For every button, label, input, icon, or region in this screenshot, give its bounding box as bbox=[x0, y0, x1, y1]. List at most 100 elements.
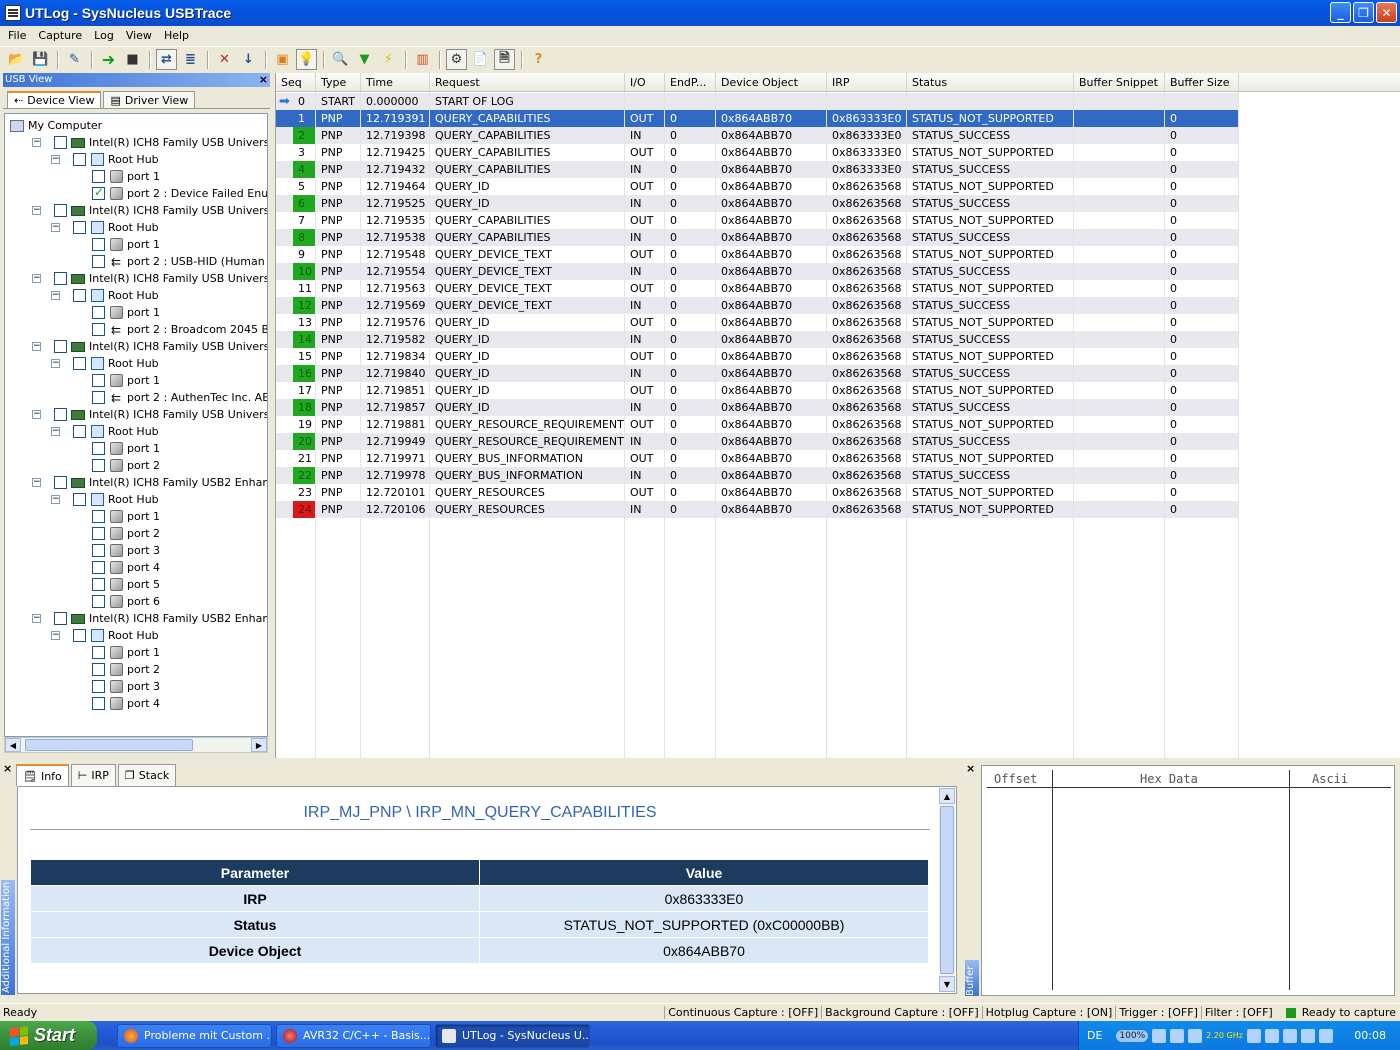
tree-node[interactable]: port 1 bbox=[92, 236, 160, 253]
table-row[interactable]: 4 PNP 12.719432 QUERY_CAPABILITIES IN 0 0x864A… bbox=[276, 161, 1239, 178]
menu-log[interactable]: Log bbox=[88, 29, 120, 42]
node-checkbox[interactable] bbox=[73, 221, 86, 234]
node-checkbox[interactable] bbox=[92, 185, 105, 200]
node-checkbox[interactable] bbox=[92, 680, 105, 693]
node-checkbox[interactable] bbox=[73, 425, 86, 438]
node-checkbox[interactable] bbox=[54, 204, 67, 217]
column-header[interactable]: IRP bbox=[827, 73, 907, 92]
tree-node[interactable]: Root Hub bbox=[73, 627, 159, 644]
node-checkbox[interactable] bbox=[54, 272, 67, 285]
close-icon[interactable]: × bbox=[259, 73, 268, 86]
table-row[interactable]: 22 PNP 12.719978 QUERY_BUS_INFORMATION IN 0 0x… bbox=[276, 467, 1239, 484]
tree-node[interactable]: Root Hub bbox=[73, 151, 159, 168]
tree-node[interactable]: Root Hub bbox=[73, 287, 159, 304]
tree-node[interactable]: port 1 bbox=[92, 440, 160, 457]
column-header[interactable]: I/O bbox=[625, 73, 665, 92]
scroll-left-icon[interactable]: ◀ bbox=[5, 738, 21, 752]
tab-irp[interactable]: ⊢ IRP bbox=[70, 764, 116, 786]
node-checkbox[interactable] bbox=[92, 646, 105, 659]
tree-node[interactable]: ⇇ port 2 : USB-HID (Human Interface Devic… bbox=[92, 253, 267, 270]
tab-stack[interactable]: ❐ Stack bbox=[117, 764, 177, 786]
highlight-icon[interactable]: 💡 bbox=[296, 49, 317, 70]
table-row[interactable]: 20 PNP 12.719949 QUERY_RESOURCE_REQUIREMENT… bbox=[276, 433, 1239, 450]
node-checkbox[interactable] bbox=[92, 544, 105, 557]
tree-node[interactable]: port 1 bbox=[92, 372, 160, 389]
menu-file[interactable]: File bbox=[2, 29, 32, 42]
node-checkbox[interactable] bbox=[92, 306, 105, 319]
save-icon[interactable]: 💾 bbox=[30, 49, 51, 70]
filter-icon[interactable]: ▼ bbox=[354, 49, 375, 70]
cpu-speed-indicator[interactable]: 2.20 GHz bbox=[1206, 1031, 1243, 1040]
scroll-up-icon[interactable]: ▲ bbox=[939, 788, 955, 804]
collapse-icon[interactable]: − bbox=[32, 206, 41, 215]
shield-icon[interactable] bbox=[1246, 1028, 1261, 1043]
tab-device-view[interactable]: ⇠ Device View bbox=[7, 91, 102, 108]
tree-node[interactable]: port 4 bbox=[92, 559, 160, 576]
column-header[interactable]: Device Object bbox=[716, 73, 827, 92]
node-checkbox[interactable] bbox=[54, 136, 67, 149]
scroll-down-icon[interactable]: ▼ bbox=[939, 976, 955, 992]
node-checkbox[interactable] bbox=[54, 340, 67, 353]
start-button[interactable]: Start bbox=[0, 1021, 97, 1050]
node-checkbox[interactable] bbox=[73, 289, 86, 302]
collapse-icon[interactable]: − bbox=[32, 138, 41, 147]
collapse-icon[interactable]: − bbox=[51, 631, 60, 640]
table-row[interactable]: 14 PNP 12.719582 QUERY_ID IN 0 0x864ABB70 0x862… bbox=[276, 331, 1239, 348]
task-item-utlog[interactable]: UTLog - SysNucleus U... bbox=[435, 1023, 590, 1048]
table-row[interactable]: 5 PNP 12.719464 QUERY_ID OUT 0 0x864ABB70 0x862… bbox=[276, 178, 1239, 195]
node-checkbox[interactable] bbox=[92, 255, 105, 268]
tree-node[interactable]: port 1 bbox=[92, 304, 160, 321]
table-row[interactable]: 24 PNP 12.720106 QUERY_RESOURCES IN 0 0x864ABB… bbox=[276, 501, 1239, 518]
table-row[interactable]: 3 PNP 12.719425 QUERY_CAPABILITIES OUT 0 0x864… bbox=[276, 144, 1239, 161]
column-header[interactable]: Request bbox=[430, 73, 625, 92]
node-checkbox[interactable] bbox=[92, 323, 105, 336]
node-checkbox[interactable] bbox=[92, 663, 105, 676]
column-header[interactable]: Status bbox=[907, 73, 1074, 92]
node-checkbox[interactable] bbox=[73, 493, 86, 506]
clear-log-icon[interactable]: ✕ bbox=[214, 49, 235, 70]
close-button[interactable]: ✕ bbox=[1376, 2, 1397, 23]
collapse-icon[interactable]: − bbox=[32, 410, 41, 419]
table-row[interactable]: 6 PNP 12.719525 QUERY_ID IN 0 0x864ABB70 0x8626… bbox=[276, 195, 1239, 212]
column-header[interactable]: Type bbox=[316, 73, 361, 92]
tree-node[interactable]: Intel(R) ICH8 Family USB2 Enhanced Host … bbox=[54, 610, 267, 627]
collapse-icon[interactable]: − bbox=[32, 614, 41, 623]
close-icon[interactable]: × bbox=[966, 762, 975, 775]
node-checkbox[interactable] bbox=[54, 476, 67, 489]
tree-node[interactable]: Intel(R) ICH8 Family USB Universal Host … bbox=[54, 202, 267, 219]
bluetooth-icon[interactable] bbox=[1264, 1028, 1279, 1043]
device-tree[interactable]: My Computer − Intel(R) ICH8 Family USB Uni… bbox=[4, 113, 268, 737]
table-row[interactable]: 12 PNP 12.719569 QUERY_DEVICE_TEXT IN 0 0x864A… bbox=[276, 297, 1239, 314]
collapse-icon[interactable]: − bbox=[51, 359, 60, 368]
tree-node[interactable]: port 1 bbox=[92, 644, 160, 661]
stop-capture-icon[interactable]: ■ bbox=[122, 49, 143, 70]
tree-node[interactable]: port 2 bbox=[92, 457, 160, 474]
collapse-icon[interactable]: − bbox=[32, 274, 41, 283]
node-checkbox[interactable] bbox=[73, 153, 86, 166]
collapse-icon[interactable]: − bbox=[32, 342, 41, 351]
table-row[interactable]: 11 PNP 12.719563 QUERY_DEVICE_TEXT OUT 0 0x864… bbox=[276, 280, 1239, 297]
tray-arrow-icon[interactable] bbox=[1152, 1028, 1167, 1043]
restore-button[interactable]: ❐ bbox=[1353, 2, 1374, 23]
goto-bottom-icon[interactable]: ↓ bbox=[238, 49, 259, 70]
table-row[interactable]: 17 PNP 12.719851 QUERY_ID OUT 0 0x864ABB70 0x86… bbox=[276, 382, 1239, 399]
column-header[interactable]: Time bbox=[361, 73, 430, 92]
edit-icon[interactable]: ✎ bbox=[64, 49, 85, 70]
menu-capture[interactable]: Capture bbox=[32, 29, 88, 42]
node-checkbox[interactable] bbox=[92, 697, 105, 710]
tree-node[interactable]: port 3 bbox=[92, 678, 160, 695]
collapse-icon[interactable]: − bbox=[51, 291, 60, 300]
statistics-icon[interactable]: ▥ bbox=[412, 49, 433, 70]
node-checkbox[interactable] bbox=[92, 561, 105, 574]
battery-indicator[interactable]: 100% bbox=[1116, 1029, 1149, 1042]
clock[interactable]: 00:08 bbox=[1354, 1029, 1386, 1042]
table-row[interactable]: 1 PNP 12.719391 QUERY_CAPABILITIES OUT 0 0x864… bbox=[276, 110, 1239, 127]
scroll-thumb[interactable] bbox=[25, 739, 193, 751]
display-icon[interactable] bbox=[1188, 1028, 1203, 1043]
language-indicator[interactable]: DE bbox=[1087, 1029, 1102, 1042]
tree-node[interactable]: port 2 : Device Failed Enumeration bbox=[92, 185, 267, 202]
tree-node[interactable]: Intel(R) ICH8 Family USB Universal Host … bbox=[54, 406, 267, 423]
collapse-icon[interactable]: − bbox=[32, 478, 41, 487]
start-capture-icon[interactable]: ➜ bbox=[98, 49, 119, 70]
scroll-thumb[interactable] bbox=[940, 806, 954, 974]
